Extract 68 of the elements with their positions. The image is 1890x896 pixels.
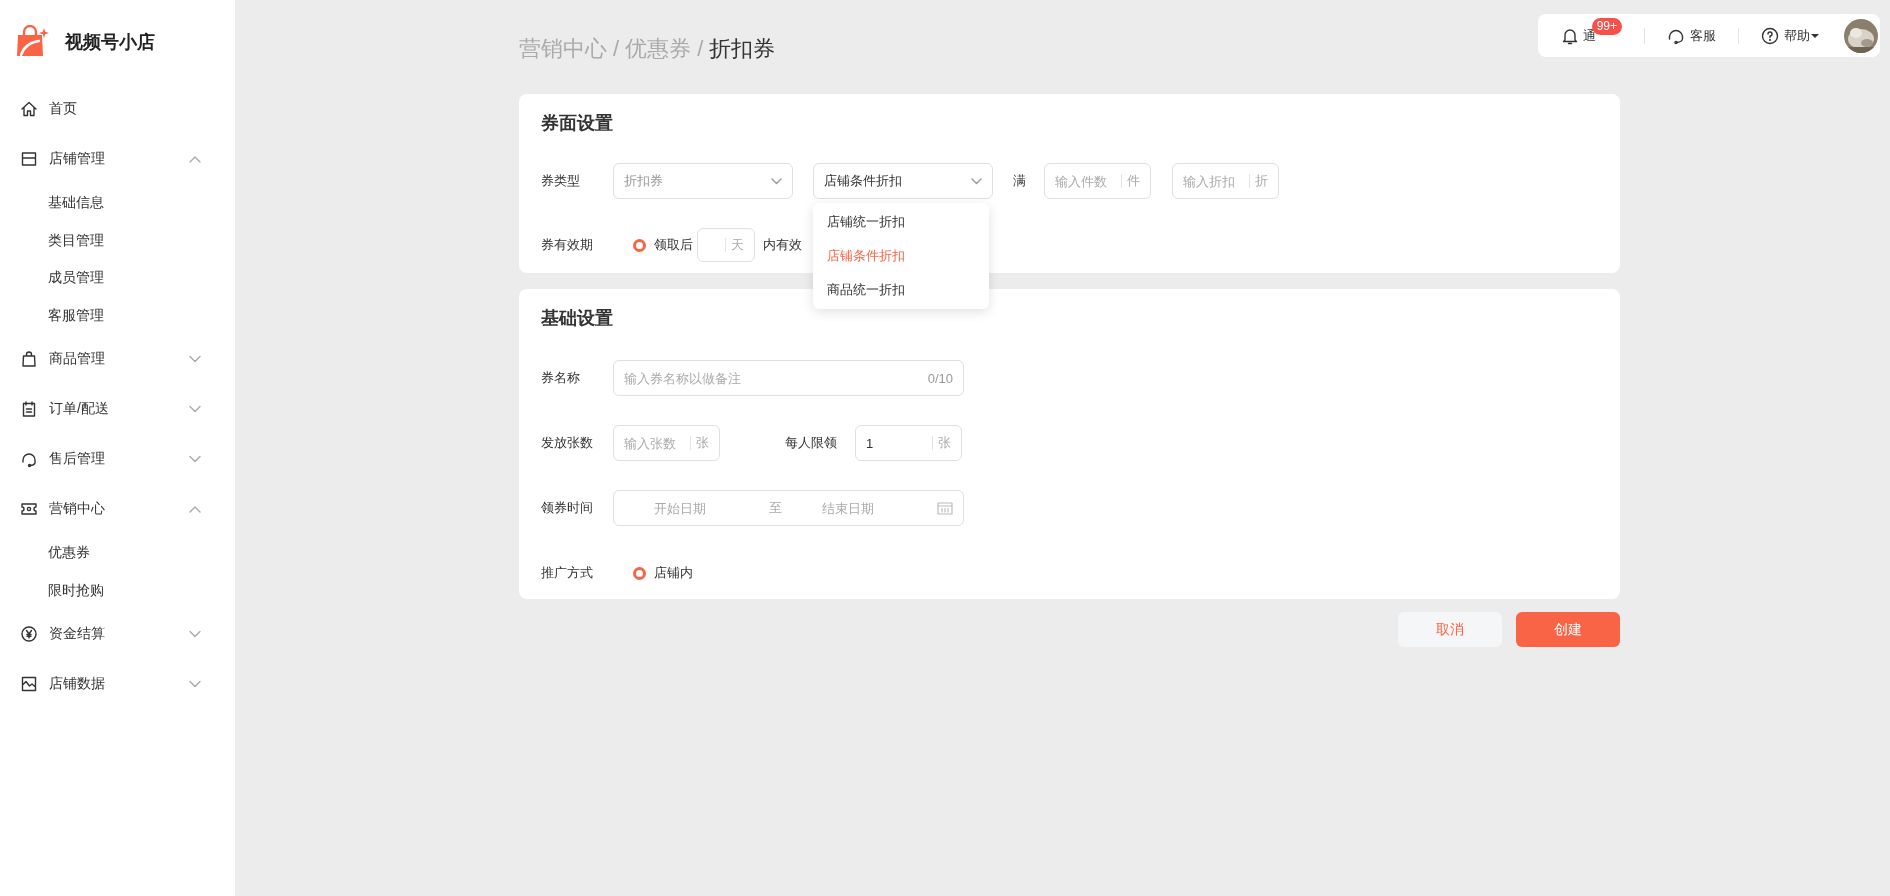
home-icon [20, 100, 38, 118]
nav-item[interactable]: 订单/配送 [0, 384, 235, 434]
field-label: 发放张数 [541, 434, 594, 452]
text-input[interactable]: 输入张数 [624, 435, 685, 451]
chart-icon [20, 675, 38, 693]
nav-item[interactable]: 营销中心 [0, 484, 235, 534]
field-label: 券类型 [541, 172, 581, 190]
nav-item[interactable]: 售后管理 [0, 434, 235, 484]
shopping-bag-icon [15, 25, 49, 59]
calendar-icon [937, 501, 953, 515]
nav-subitem[interactable]: 类目管理 [0, 221, 235, 259]
clipboard-icon [20, 400, 38, 418]
bell-icon [1561, 26, 1578, 45]
radio-button[interactable] [633, 566, 646, 580]
chevron-icon [771, 177, 782, 185]
input-field[interactable]: 1 张 [855, 425, 962, 461]
unit-label: 张 [938, 434, 951, 452]
field-label: 券名称 [541, 369, 581, 387]
unit-label: 折 [1255, 172, 1268, 190]
storefront-icon [20, 150, 38, 168]
field-label: 每人限领 [785, 434, 837, 452]
text-input[interactable]: 结束日期 [822, 500, 937, 516]
nav-subitem[interactable]: 客服管理 [0, 296, 235, 334]
dropdown-option[interactable]: 商品统一折扣 [813, 273, 989, 307]
radio-label: 店铺内 [654, 564, 693, 582]
range-separator: 至 [769, 499, 782, 517]
character-counter: 0/10 [927, 370, 953, 386]
text-input[interactable]: 输入券名称以做备注 [624, 370, 928, 386]
radio-button[interactable] [633, 238, 646, 252]
field-label: 领券时间 [541, 499, 594, 517]
shopping-bag-icon [20, 350, 38, 368]
text-input[interactable]: 输入件数 [1055, 173, 1116, 189]
dropdown-option[interactable]: 店铺统一折扣 [813, 205, 989, 239]
nav-item[interactable]: 店铺管理 [0, 134, 235, 184]
field-label: 满 [1013, 172, 1026, 190]
unit-label: 件 [1127, 172, 1140, 190]
help-menu-button[interactable]: 帮助 [1761, 26, 1820, 45]
text-input[interactable]: 输入折扣 [1183, 173, 1244, 189]
nav-subitem[interactable]: 成员管理 [0, 259, 235, 297]
text-input[interactable]: 开始日期 [654, 500, 769, 516]
suffix-text: 内有效 [763, 236, 802, 254]
headset-icon [20, 450, 38, 468]
field-label: 推广方式 [541, 564, 594, 582]
customer-service-button[interactable]: 客服 [1667, 26, 1716, 45]
section-title: 基础设置 [541, 307, 614, 330]
text-input[interactable]: 1 [866, 435, 927, 451]
unit-label: 天 [731, 236, 744, 254]
radio-label: 领取后 [654, 236, 693, 254]
caret-icon [1810, 32, 1820, 39]
nav-item[interactable]: 店铺数据 [0, 659, 235, 709]
breadcrumb-separator: / [697, 36, 704, 62]
nav-subitem[interactable]: 优惠券 [0, 534, 235, 572]
section-title: 券面设置 [541, 112, 614, 135]
breadcrumb-separator: / [613, 36, 620, 62]
nav-subitem[interactable]: 基础信息 [0, 184, 235, 222]
nav-item[interactable]: 首页 [0, 84, 235, 134]
help-icon [1761, 26, 1779, 45]
nav-item[interactable]: 商品管理 [0, 334, 235, 384]
nav-item[interactable]: 资金结算 [0, 609, 235, 659]
select-field[interactable]: 店铺条件折扣 [813, 163, 993, 199]
yen-coin-icon [20, 625, 38, 643]
unit-label: 张 [696, 434, 709, 452]
logo-text: 视频号小店 [65, 31, 155, 54]
ticket-icon [20, 500, 38, 518]
breadcrumb-current: 折扣券 [709, 35, 776, 63]
chevron-icon [971, 177, 982, 185]
nav-subitem[interactable]: 限时抢购 [0, 571, 235, 609]
field-label: 券有效期 [541, 236, 594, 254]
